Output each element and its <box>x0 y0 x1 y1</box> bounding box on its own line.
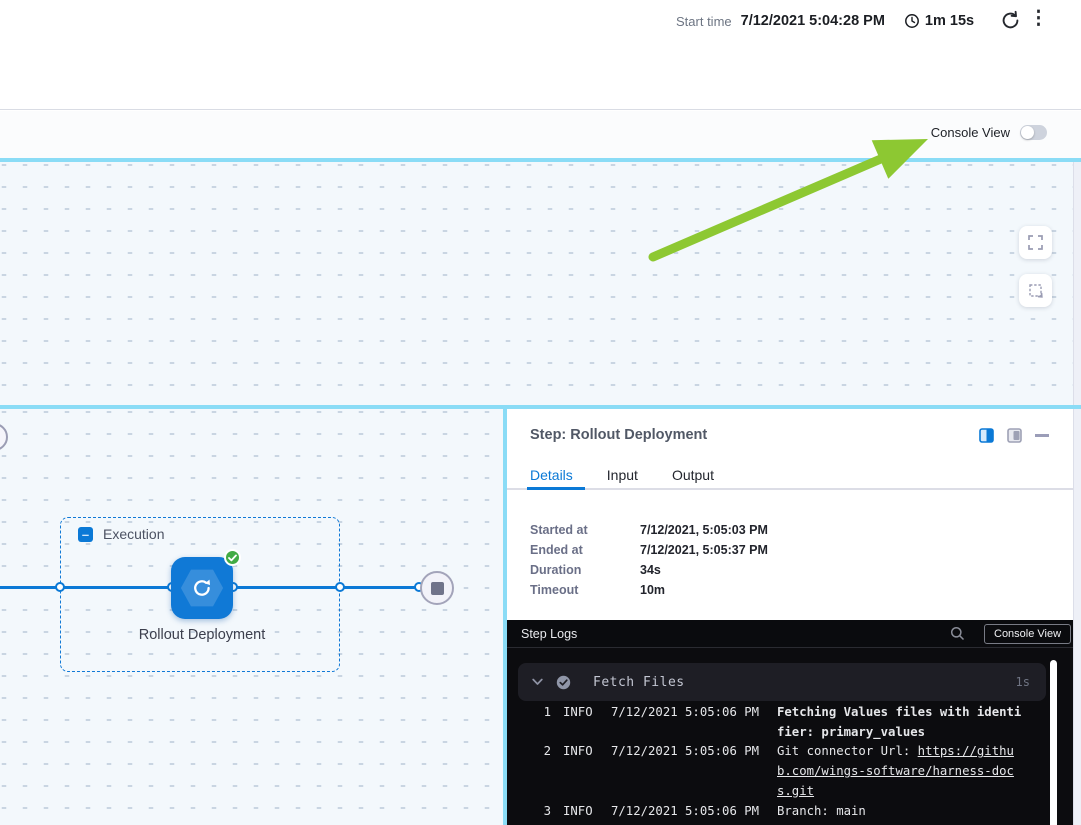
node-port <box>335 582 345 592</box>
rollout-deployment-node[interactable] <box>171 557 233 619</box>
log-timestamp: 7/12/2021 5:05:06 PM <box>611 802 761 822</box>
detail-label: Timeout <box>530 583 640 597</box>
tab-input[interactable]: Input <box>607 467 638 495</box>
logs-body: Fetch Files 1s 1 INFO 7/12/2021 5:05:06 … <box>507 648 1073 825</box>
stage-toolbar: Console View <box>0 111 1081 158</box>
log-line-number: 2 <box>541 742 551 801</box>
stage-divider-bottom <box>0 405 1081 409</box>
stop-node[interactable] <box>420 571 454 605</box>
console-view-button[interactable]: Console View <box>984 624 1071 644</box>
log-level: INFO <box>563 802 599 822</box>
log-message: Fetching Values files with identifier: p… <box>777 703 1024 742</box>
fullscreen-icon[interactable] <box>1019 226 1052 259</box>
detail-row: Timeout 10m <box>530 580 768 600</box>
step-details-panel: Step: Rollout Deployment Details Input O… <box>507 409 1073 825</box>
rollout-icon <box>190 576 214 600</box>
tab-details[interactable]: Details <box>530 467 573 495</box>
start-time-group: Start time 7/12/2021 5:04:28 PM 1m 15s <box>676 9 974 33</box>
log-timestamp: 7/12/2021 5:05:06 PM <box>611 703 761 742</box>
panel-title: Step: Rollout Deployment <box>530 427 707 443</box>
clock-icon <box>904 13 920 29</box>
tab-output[interactable]: Output <box>672 467 714 495</box>
log-line: 3 INFO 7/12/2021 5:05:06 PM Branch: main <box>507 802 1052 822</box>
log-level: INFO <box>563 703 599 742</box>
minimize-icon[interactable] <box>1035 434 1049 437</box>
pipeline-execution-page: Start time 7/12/2021 5:04:28 PM 1m 15s ⋮… <box>0 0 1081 825</box>
log-lines: 1 INFO 7/12/2021 5:05:06 PM Fetching Val… <box>507 703 1052 821</box>
pipeline-canvas[interactable]: + − <box>0 162 1081 405</box>
detail-value: 34s <box>640 563 661 577</box>
console-view-label: Console View <box>931 125 1010 140</box>
step-logs-header: Step Logs Console View <box>507 620 1073 648</box>
kebab-menu-icon[interactable]: ⋮ <box>1029 9 1048 29</box>
detail-row: Duration 34s <box>530 560 768 580</box>
layout-split-right-icon[interactable] <box>979 428 994 443</box>
detail-value: 7/12/2021, 5:05:03 PM <box>640 523 768 537</box>
fit-view-icon[interactable] <box>1019 274 1052 307</box>
logs-scrollbar[interactable] <box>1050 660 1057 825</box>
stage-graph-canvas[interactable]: – Execution Rollout Deployment <box>0 409 503 825</box>
chevron-down-icon[interactable] <box>532 678 543 686</box>
log-group-duration: 1s <box>1016 675 1030 689</box>
panel-divider <box>503 409 507 825</box>
log-message-text: Git connector Url: <box>777 744 918 758</box>
detail-rows: Started at 7/12/2021, 5:05:03 PM Ended a… <box>530 520 768 600</box>
log-group-row[interactable]: Fetch Files 1s <box>518 663 1046 701</box>
detail-label: Started at <box>530 523 640 537</box>
success-check-icon <box>224 549 241 566</box>
detail-value: 7/12/2021, 5:05:37 PM <box>640 543 768 557</box>
log-line: 1 INFO 7/12/2021 5:05:06 PM Fetching Val… <box>507 703 1052 742</box>
console-view-toggle[interactable] <box>1020 125 1047 140</box>
refresh-icon[interactable] <box>1000 10 1021 31</box>
log-message: Git connector Url: https://github.com/wi… <box>777 742 1024 801</box>
detail-row: Started at 7/12/2021, 5:05:03 PM <box>530 520 768 540</box>
log-message: Branch: main <box>777 802 1024 822</box>
node-port <box>55 582 65 592</box>
log-group-name: Fetch Files <box>593 675 685 690</box>
panel-tabs: Details Input Output <box>530 467 748 495</box>
right-edge-strip <box>1073 158 1081 825</box>
elapsed-duration: 1m 15s <box>925 13 974 29</box>
log-line-number: 3 <box>541 802 551 822</box>
top-bar: Start time 7/12/2021 5:04:28 PM 1m 15s ⋮ <box>0 0 1081 110</box>
start-time-label: Start time <box>676 14 732 29</box>
stop-icon <box>431 582 444 595</box>
active-tab-underline <box>527 487 585 490</box>
collapse-minus-icon[interactable]: – <box>78 527 93 542</box>
check-circle-icon <box>556 675 571 690</box>
execution-group-label: Execution <box>103 526 164 542</box>
step-node-label: Rollout Deployment <box>122 624 282 646</box>
step-logs-title: Step Logs <box>521 627 577 641</box>
search-icon[interactable] <box>950 626 965 641</box>
layout-split-bottom-icon[interactable] <box>1007 428 1022 443</box>
detail-label: Duration <box>530 563 640 577</box>
detail-label: Ended at <box>530 543 640 557</box>
detail-value: 10m <box>640 583 665 597</box>
start-time-value: 7/12/2021 5:04:28 PM <box>741 13 885 29</box>
log-line: 2 INFO 7/12/2021 5:05:06 PM Git connecto… <box>507 742 1052 801</box>
log-line-number: 1 <box>541 703 551 742</box>
toggle-knob <box>1021 126 1034 139</box>
log-timestamp: 7/12/2021 5:05:06 PM <box>611 742 761 801</box>
log-level: INFO <box>563 742 599 801</box>
offscreen-node <box>0 423 8 451</box>
step-logs-section: Step Logs Console View Fetch Files 1s <box>507 620 1073 825</box>
detail-row: Ended at 7/12/2021, 5:05:37 PM <box>530 540 768 560</box>
stage-divider-top <box>0 158 1081 162</box>
tab-divider <box>507 488 1073 490</box>
